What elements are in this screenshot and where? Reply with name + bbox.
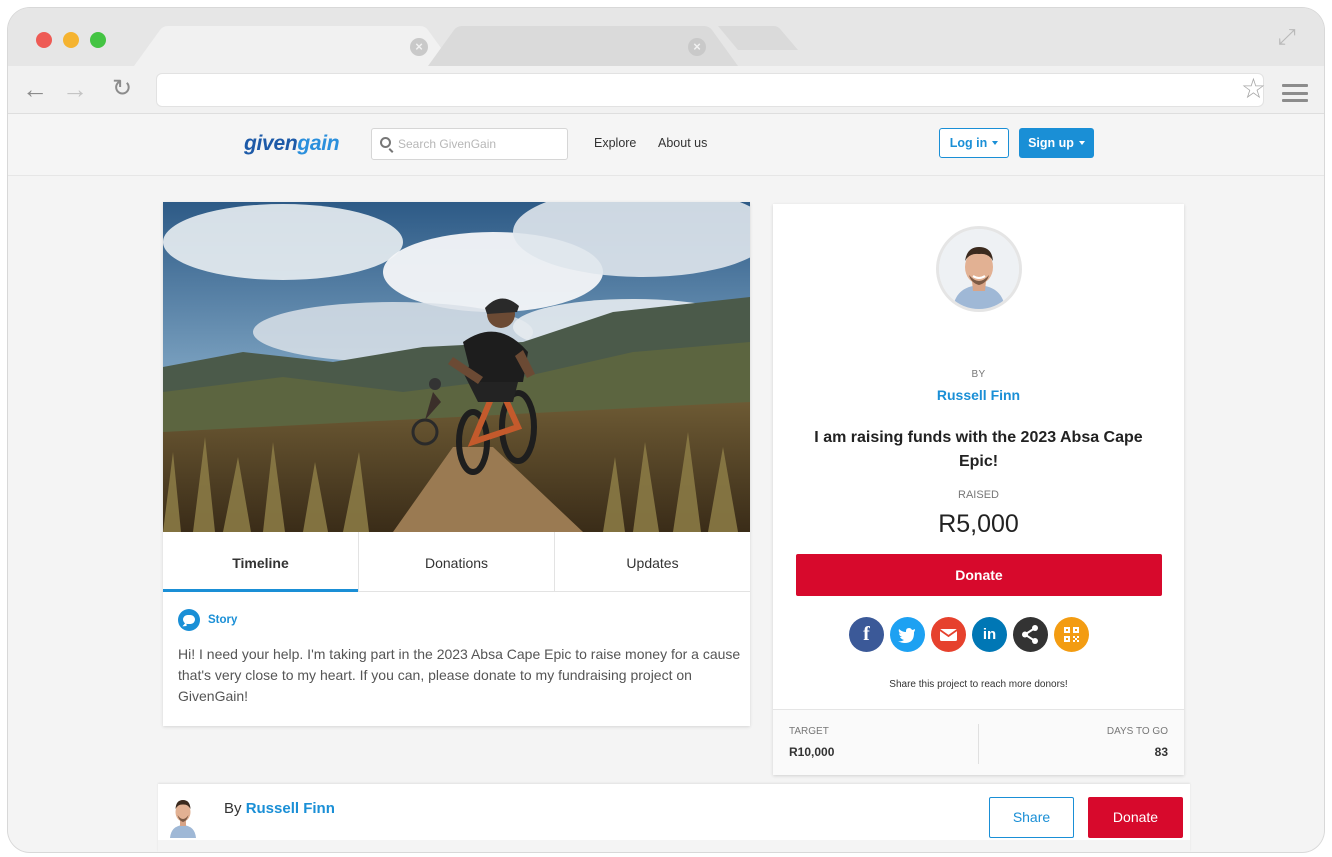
login-button[interactable]: Log in bbox=[939, 128, 1009, 158]
page-viewport: givengain Explore About us Log in Sign u… bbox=[8, 114, 1324, 852]
hero-image-mountain-biker bbox=[163, 202, 750, 532]
browser-titlebar: × × ⤢ bbox=[8, 8, 1324, 66]
story-text: Hi! I need your help. I'm taking part in… bbox=[178, 646, 741, 704]
tab-updates[interactable]: Updates bbox=[555, 532, 750, 591]
forward-arrow-icon[interactable]: → bbox=[62, 74, 88, 104]
bookmark-star-icon[interactable]: ☆ bbox=[1241, 74, 1266, 104]
hamburger-menu-icon[interactable] bbox=[1282, 84, 1308, 102]
avatar-small-portrait bbox=[170, 800, 196, 838]
share-button[interactable]: Share bbox=[989, 797, 1074, 838]
maximize-window-button[interactable] bbox=[90, 32, 106, 48]
search-icon bbox=[380, 137, 391, 148]
fullscreen-icon[interactable]: ⤢ bbox=[1278, 24, 1306, 52]
email-icon[interactable] bbox=[931, 617, 966, 652]
new-tab-shape bbox=[718, 26, 798, 50]
signup-button[interactable]: Sign up bbox=[1019, 128, 1094, 158]
author-name-link[interactable]: Russell Finn bbox=[773, 387, 1184, 403]
author-avatar-small[interactable] bbox=[168, 794, 198, 838]
target-value: R10,000 bbox=[789, 745, 835, 759]
stats-divider bbox=[978, 724, 979, 764]
browser-window: × × ⤢ ← → ↻ ☆ givengain Search GivenGain… bbox=[8, 8, 1324, 852]
search-input[interactable] bbox=[398, 129, 563, 159]
bottom-by-line: By Russell Finn bbox=[224, 800, 335, 817]
twitter-icon[interactable] bbox=[890, 617, 925, 652]
bottom-donate-button[interactable]: Donate bbox=[1088, 797, 1183, 838]
browser-tab-inactive[interactable]: × bbox=[428, 26, 738, 66]
nav-explore-link[interactable]: Explore bbox=[594, 136, 636, 150]
back-arrow-icon[interactable]: ← bbox=[22, 74, 48, 104]
share-nodes-glyph bbox=[1022, 625, 1038, 644]
social-share-row: f in bbox=[849, 617, 1089, 652]
caret-down-icon bbox=[1078, 141, 1085, 145]
nav-about-link[interactable]: About us bbox=[658, 136, 707, 150]
share-icon[interactable] bbox=[1013, 617, 1048, 652]
tab-shape bbox=[134, 26, 454, 66]
share-hint: Share this project to reach more donors! bbox=[889, 679, 1068, 690]
by-prefix: By bbox=[224, 800, 242, 817]
new-tab-button[interactable] bbox=[718, 26, 798, 66]
twitter-bird-glyph bbox=[898, 628, 915, 643]
search-box bbox=[371, 128, 568, 160]
logo-text-given: given bbox=[244, 132, 298, 155]
raised-label: RAISED bbox=[958, 489, 999, 501]
browser-tab-active[interactable]: × bbox=[134, 26, 454, 66]
author-avatar[interactable] bbox=[936, 226, 1022, 312]
close-window-button[interactable] bbox=[36, 32, 52, 48]
hero-illustration bbox=[163, 202, 750, 532]
days-to-go-label: DAYS TO GO bbox=[1106, 726, 1168, 737]
avatar-portrait bbox=[939, 229, 1019, 309]
speech-bubble-icon bbox=[178, 609, 200, 631]
project-main-card: Timeline Donations Updates Story Hi! I n… bbox=[163, 202, 750, 726]
project-summary-card: BY Russell Finn I am raising funds with … bbox=[773, 204, 1184, 775]
tab-donations[interactable]: Donations bbox=[359, 532, 555, 591]
story-label: Story bbox=[208, 614, 238, 626]
content-tabs: Timeline Donations Updates bbox=[163, 532, 750, 592]
facebook-icon[interactable]: f bbox=[849, 617, 884, 652]
minimize-window-button[interactable] bbox=[63, 32, 79, 48]
signup-label: Sign up bbox=[1028, 136, 1074, 150]
donate-button[interactable]: Donate bbox=[796, 554, 1162, 596]
close-tab-icon[interactable]: × bbox=[410, 38, 428, 56]
sticky-bottom-bar: By Russell Finn Share Donate bbox=[158, 784, 1190, 852]
caret-down-icon bbox=[992, 141, 999, 145]
site-header: givengain Explore About us Log in Sign u… bbox=[8, 114, 1324, 176]
tab-timeline[interactable]: Timeline bbox=[163, 532, 359, 592]
project-stats: TARGET R10,000 DAYS TO GO 83 bbox=[773, 709, 1184, 775]
logo-text-gain: gain bbox=[297, 132, 340, 155]
reload-icon[interactable]: ↻ bbox=[112, 74, 132, 104]
by-label: BY bbox=[971, 369, 986, 380]
story-header: Story bbox=[178, 609, 237, 631]
qr-code-icon[interactable] bbox=[1054, 617, 1089, 652]
raised-amount: R5,000 bbox=[938, 510, 1019, 538]
qr-glyph bbox=[1064, 627, 1079, 642]
browser-toolbar: ← → ↻ ☆ bbox=[8, 66, 1324, 114]
days-to-go-value: 83 bbox=[1154, 745, 1168, 759]
bottom-author-link[interactable]: Russell Finn bbox=[246, 800, 335, 817]
address-bar[interactable] bbox=[156, 73, 1264, 107]
target-label: TARGET bbox=[789, 726, 829, 737]
linkedin-icon[interactable]: in bbox=[972, 617, 1007, 652]
close-tab-icon[interactable]: × bbox=[688, 38, 706, 56]
login-label: Log in bbox=[949, 136, 988, 150]
envelope-glyph bbox=[939, 629, 958, 641]
project-title: I am raising funds with the 2023 Absa Ca… bbox=[814, 429, 1143, 470]
givengain-logo[interactable]: givengain bbox=[244, 132, 340, 156]
